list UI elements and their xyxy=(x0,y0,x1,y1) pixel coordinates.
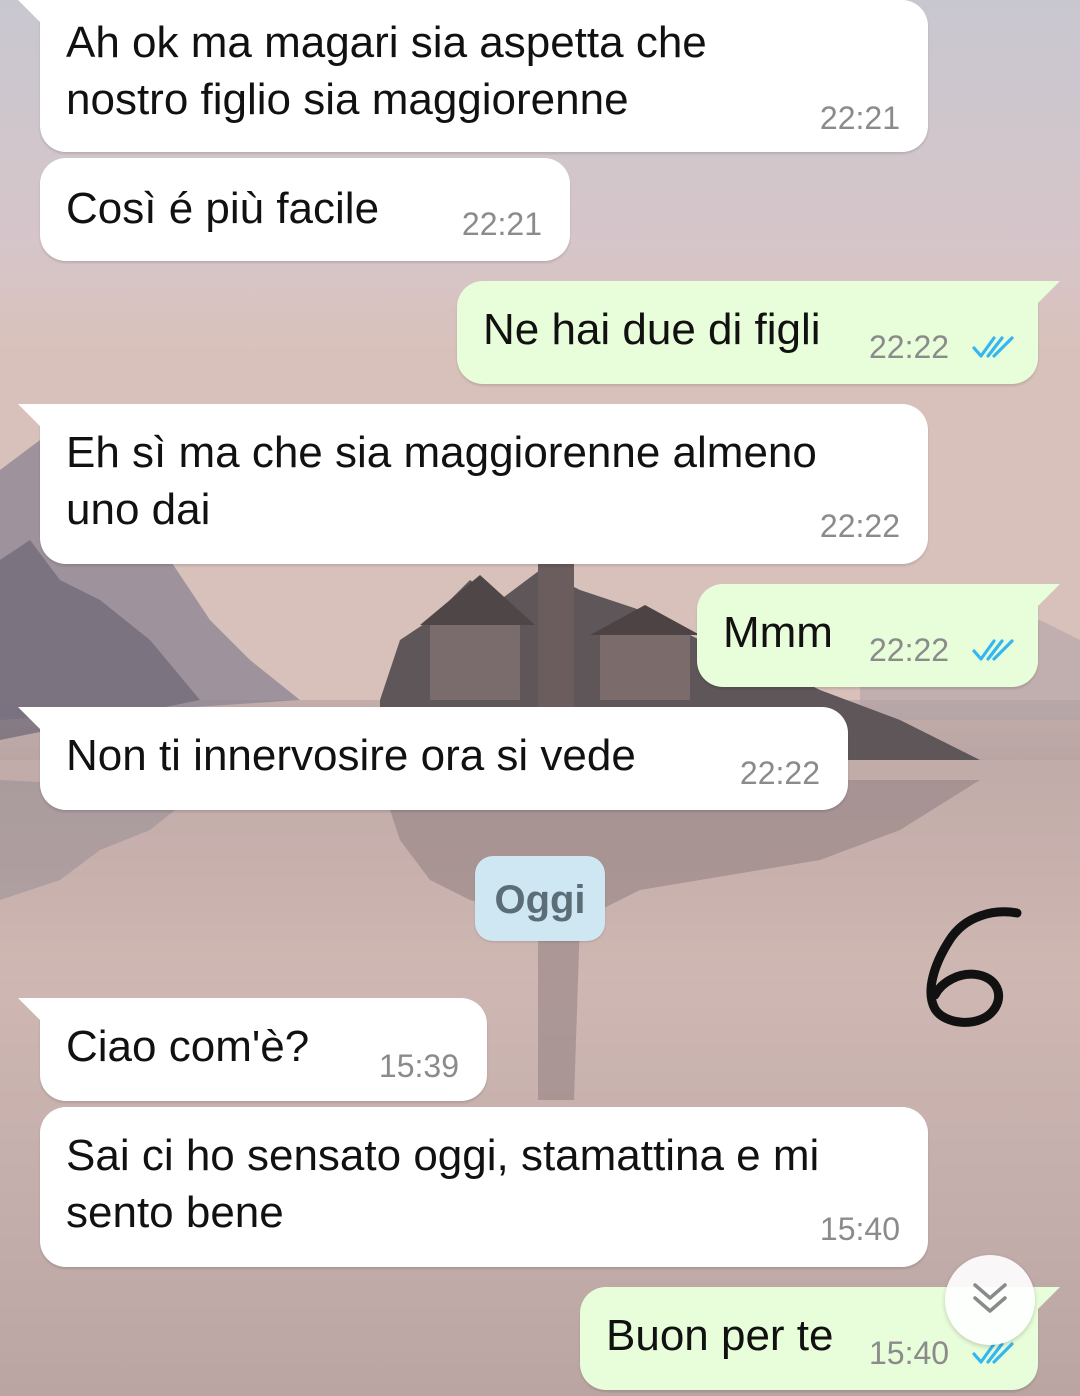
handwritten-annotation xyxy=(926,907,1022,1027)
message-text: Non ti innervosire ora si vede xyxy=(66,731,636,780)
message-text: Mmm xyxy=(723,608,833,657)
message-timestamp: 22:22 xyxy=(869,632,950,668)
message-text: Ciao com'è? xyxy=(66,1022,310,1071)
message-text: Ah ok ma magari sia aspetta che xyxy=(66,18,707,67)
message-text: Sai ci ho sensato oggi, stamattina e mi xyxy=(66,1131,820,1180)
message-timestamp: 22:21 xyxy=(461,206,542,242)
date-separator: Oggi xyxy=(475,856,605,941)
message-bubble-incoming[interactable]: Ciao com'è? 15:39 xyxy=(18,998,487,1101)
message-timestamp: 22:22 xyxy=(869,329,950,365)
message-bubble-incoming[interactable]: Ah ok ma magari sia aspetta che nostro f… xyxy=(18,0,928,152)
message-timestamp: 15:40 xyxy=(819,1211,900,1247)
message-text: Così é più facile xyxy=(66,184,380,233)
message-text: Buon per te xyxy=(606,1311,834,1360)
message-bubble-incoming[interactable]: Non ti innervosire ora si vede 22:22 xyxy=(18,707,848,810)
message-timestamp: 22:22 xyxy=(819,508,900,544)
message-bubble-incoming[interactable]: Così é più facile 22:21 xyxy=(40,158,570,261)
message-timestamp: 15:39 xyxy=(378,1048,459,1084)
message-bubble-outgoing[interactable]: Mmm 22:22 xyxy=(697,584,1060,687)
double-check-icon xyxy=(972,639,1014,661)
message-bubble-outgoing[interactable]: Ne hai due di figli 22:22 xyxy=(457,281,1060,384)
double-chevron-down-icon xyxy=(973,1283,1007,1313)
message-text: sento bene xyxy=(66,1188,284,1237)
message-timestamp: 22:22 xyxy=(739,755,820,791)
message-bubble-incoming[interactable]: Sai ci ho sensato oggi, stamattina e mi … xyxy=(40,1107,928,1267)
message-timestamp: 15:40 xyxy=(869,1335,950,1371)
message-timestamp: 22:21 xyxy=(819,100,900,136)
message-bubble-incoming[interactable]: Eh sì ma che sia maggiorenne almeno uno … xyxy=(18,404,928,564)
message-text: Eh sì ma che sia maggiorenne almeno xyxy=(66,428,817,477)
message-text: uno dai xyxy=(66,485,211,534)
message-text: Ne hai due di figli xyxy=(483,305,821,354)
double-check-icon xyxy=(972,336,1014,358)
message-text: nostro figlio sia maggiorenne xyxy=(66,75,629,124)
scroll-to-bottom-button[interactable] xyxy=(945,1255,1035,1345)
